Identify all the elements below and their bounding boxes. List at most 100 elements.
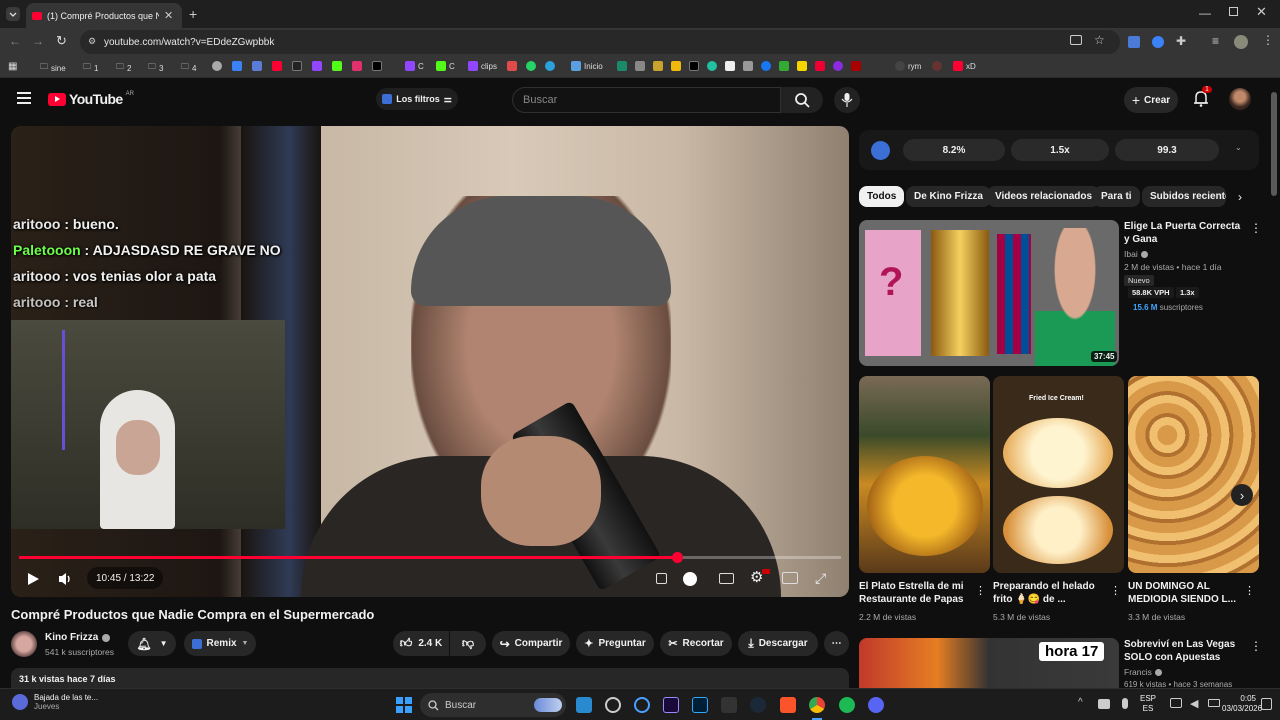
account-avatar[interactable]	[1229, 88, 1251, 110]
weather-widget[interactable]: Bajada de las te... Jueves	[12, 693, 98, 711]
dislike-button[interactable]: 👎︎	[450, 631, 486, 656]
task-view-icon[interactable]	[576, 697, 592, 713]
short-title[interactable]: El Plato Estrella de mi Restaurante de P…	[859, 580, 969, 606]
search-input[interactable]: Buscar	[512, 87, 781, 113]
language-indicator[interactable]: ESP ES	[1140, 694, 1156, 714]
featured-menu-icon[interactable]: ⋮	[1250, 221, 1262, 235]
photoshop-icon[interactable]	[692, 697, 708, 713]
subtitles-icon[interactable]	[719, 573, 734, 584]
x-icon[interactable]	[372, 61, 382, 71]
chip-todos[interactable]: Todos	[859, 186, 905, 207]
iq-player-icon[interactable]	[656, 573, 667, 584]
short-thumbnail[interactable]: Fried Ice Cream!	[993, 376, 1124, 573]
bookmark-xd[interactable]: xD	[953, 61, 976, 71]
bookmark-star-icon[interactable]: ☆	[1094, 33, 1105, 47]
site-icon[interactable]	[232, 61, 242, 71]
search-button[interactable]	[781, 87, 823, 113]
apps-grid-icon[interactable]: ▦	[8, 61, 17, 72]
site-icon[interactable]	[797, 61, 807, 71]
site-icon[interactable]	[833, 61, 843, 71]
site-icon[interactable]	[635, 61, 645, 71]
chip-videos-relacionados[interactable]: Videos relacionados	[987, 186, 1101, 207]
network-icon[interactable]	[1170, 698, 1182, 708]
autoplay-toggle[interactable]	[683, 572, 697, 586]
app-icon[interactable]	[721, 697, 737, 713]
youtube-icon[interactable]	[272, 61, 282, 71]
short-title[interactable]: Preparando el helado frito 🍦😋 de ...	[993, 580, 1103, 606]
bookmark-kick-c[interactable]: C	[436, 61, 455, 71]
site-icon[interactable]	[507, 61, 517, 71]
notifications-button[interactable]: 1	[1193, 86, 1212, 107]
chip-de-kino-frizza[interactable]: De Kino Frizza	[906, 186, 991, 207]
forward-icon[interactable]: →	[32, 34, 44, 48]
bookmark-folder-1[interactable]: 🗀 1	[83, 61, 98, 75]
next-video-thumbnail[interactable]: hora 17	[859, 638, 1119, 688]
subscription-bell-button[interactable]: 🔔︎ ▼	[128, 631, 176, 656]
channel-name[interactable]: Kino Frizza	[45, 632, 111, 643]
start-button[interactable]	[396, 697, 412, 713]
tab-search-button[interactable]	[6, 7, 20, 21]
ask-button[interactable]: ✦ Preguntar	[576, 631, 654, 656]
close-window-button[interactable]: ✕	[1256, 4, 1267, 20]
bookmark-folder-sine[interactable]: 🗀 sine	[40, 61, 66, 75]
featured-title[interactable]: Elige La Puerta Correcta y Gana	[1124, 220, 1242, 246]
x-icon[interactable]	[689, 61, 699, 71]
short-menu-icon[interactable]: ⋮	[975, 584, 986, 597]
chips-next-icon[interactable]: ›	[1238, 190, 1242, 204]
new-tab-button[interactable]: +	[189, 6, 197, 22]
profile-avatar[interactable]	[1234, 35, 1248, 49]
theater-mode-icon[interactable]	[782, 572, 798, 584]
site-icon[interactable]	[212, 61, 222, 71]
binance-icon[interactable]	[671, 61, 681, 71]
cast-icon[interactable]	[1070, 35, 1082, 45]
twitch-icon[interactable]	[312, 61, 322, 71]
site-icon[interactable]	[743, 61, 753, 71]
extensions-puzzle-icon[interactable]: ✚	[1176, 34, 1186, 48]
youtube-logo[interactable]: YouTube AR	[48, 91, 134, 107]
close-tab-icon[interactable]: ✕	[164, 9, 173, 22]
site-icon[interactable]	[252, 61, 262, 71]
tab-media-icon[interactable]: ≡	[1212, 34, 1219, 48]
browser-tab[interactable]: (1) Compré Productos que Nadie Compra en…	[26, 3, 182, 28]
chip-subidos-recientes[interactable]: Subidos recientes	[1142, 186, 1226, 207]
download-button[interactable]: ⤓ Descargar	[738, 631, 818, 656]
address-bar[interactable]: ⚙ youtube.com/watch?v=EDdeZGwpbbk ☆	[80, 30, 1120, 54]
video-player[interactable]: aritooo : bueno. Paletooon : ADJASDASD R…	[11, 126, 849, 597]
next-video-channel[interactable]: Francis	[1124, 667, 1162, 677]
next-video-title[interactable]: Sobreviví en Las Vegas SOLO con Apuestas	[1124, 638, 1242, 664]
notification-center-icon[interactable]	[1261, 698, 1272, 710]
chevron-down-icon[interactable]: ⌄	[1235, 143, 1242, 152]
app-icon[interactable]	[634, 697, 650, 713]
short-menu-icon[interactable]: ⋮	[1244, 584, 1255, 597]
bookmark-discord[interactable]	[932, 61, 942, 71]
instagram-icon[interactable]	[352, 61, 362, 71]
bookmark-rym[interactable]: rym	[895, 61, 921, 71]
site-icon[interactable]	[707, 61, 717, 71]
app-icon[interactable]	[605, 697, 621, 713]
discord-icon[interactable]	[868, 697, 884, 713]
short-menu-icon[interactable]: ⋮	[1110, 584, 1121, 597]
create-button[interactable]: + Crear	[1124, 87, 1178, 113]
tiktok-icon[interactable]	[292, 61, 302, 71]
facebook-icon[interactable]	[761, 61, 771, 71]
brave-icon[interactable]	[780, 697, 796, 713]
progress-bar[interactable]	[19, 552, 841, 563]
clock[interactable]: 0:05 03/03/2026	[1222, 694, 1262, 714]
bookmark-folder-4[interactable]: 🗀 4	[181, 61, 196, 75]
more-menu-icon[interactable]: ⋮	[1262, 33, 1274, 47]
taskbar-search[interactable]: Buscar	[420, 693, 566, 717]
menu-icon[interactable]	[17, 92, 31, 104]
remix-button[interactable]: Remix ▼	[184, 631, 256, 656]
chip-para-ti[interactable]: Para ti	[1093, 186, 1140, 207]
tray-app-icon[interactable]	[1098, 699, 1110, 709]
featured-thumbnail[interactable]: ? 37:45	[859, 220, 1119, 366]
more-actions-button[interactable]: ⋯	[824, 631, 849, 656]
short-thumbnail[interactable]: ›	[1128, 376, 1259, 573]
chrome-icon[interactable]	[809, 697, 825, 713]
reload-icon[interactable]: ↻	[56, 33, 67, 49]
next-video-menu-icon[interactable]: ⋮	[1250, 639, 1262, 653]
battery-icon[interactable]	[1208, 699, 1220, 707]
site-icon[interactable]	[653, 61, 663, 71]
fullscreen-icon[interactable]: ⤢	[815, 570, 826, 587]
restore-button[interactable]	[1229, 7, 1238, 16]
